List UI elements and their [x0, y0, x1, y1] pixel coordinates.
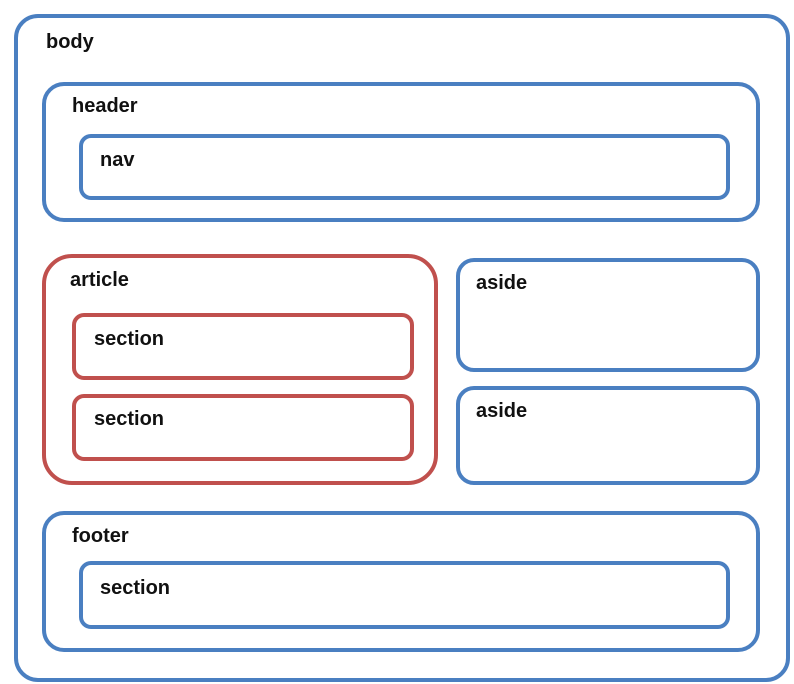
aside-label-2: aside	[476, 400, 528, 422]
footer-section-box	[79, 561, 730, 629]
body-label: body	[46, 31, 94, 53]
nav-box	[79, 134, 730, 200]
article-section-label-1: section	[94, 328, 165, 350]
diagram-canvas: body header nav article section section …	[0, 0, 794, 684]
footer-section-label: section	[100, 577, 171, 599]
footer-label: footer	[72, 525, 129, 547]
article-label: article	[70, 269, 129, 291]
aside-label-1: aside	[476, 272, 528, 294]
nav-label: nav	[100, 149, 135, 171]
header-label: header	[72, 95, 138, 117]
article-section-label-2: section	[94, 408, 165, 430]
